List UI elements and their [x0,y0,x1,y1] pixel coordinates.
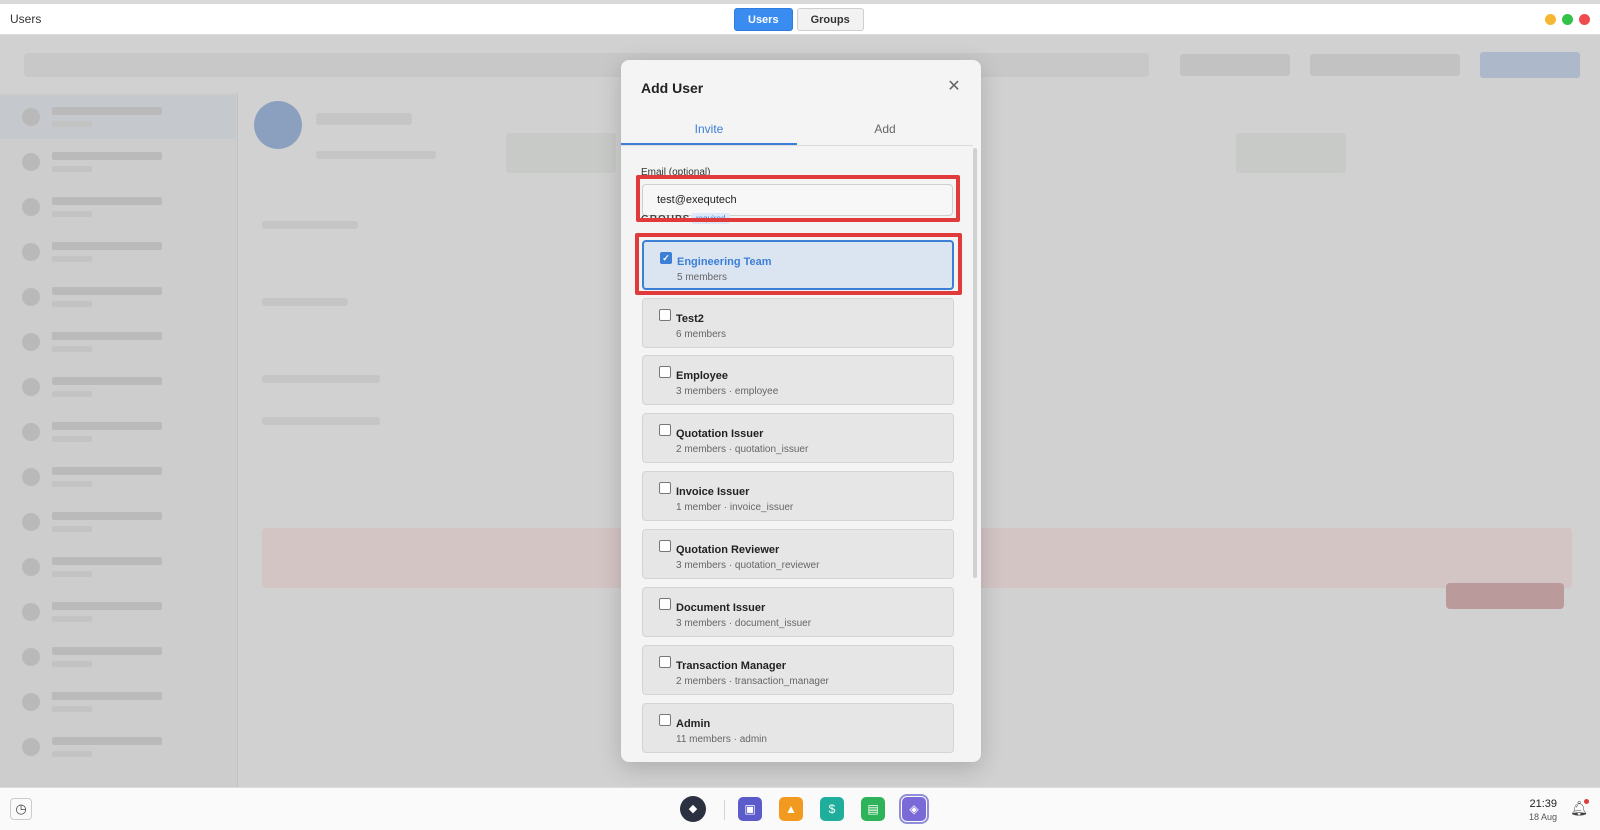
group-name: Test2 [676,313,704,325]
add-user-modal: Add User ✕ Invite Add Email (optional) G… [621,60,981,762]
group-item-engineering-team[interactable]: ✓ Engineering Team 5 members [642,240,954,290]
group-name: Employee [676,370,728,382]
email-label: Email (optional) [641,167,711,178]
clipboard-app-icon[interactable]: ▤ [861,797,885,821]
checkbox[interactable] [659,656,671,668]
email-field[interactable] [642,184,953,216]
checkbox[interactable] [659,714,671,726]
group-name: Engineering Team [677,256,772,268]
group-name: Transaction Manager [676,660,787,672]
tab-users[interactable]: Users [734,8,793,31]
group-meta: 3 members · quotation_reviewer [676,560,820,571]
tab-add[interactable]: Add [797,120,973,145]
contacts-app-icon[interactable]: ▣ [738,797,762,821]
checkbox-checked[interactable]: ✓ [660,252,672,264]
minimize-button[interactable] [1545,14,1556,25]
required-badge: required [691,213,731,224]
tab-invite[interactable]: Invite [621,120,797,145]
app-title: Users [10,12,42,26]
launcher-logo-icon[interactable]: ◆ [680,796,706,822]
shield-app-icon[interactable]: ◈ [899,794,929,824]
group-item-transaction-manager[interactable]: Transaction Manager 2 members · transact… [642,645,954,695]
group-name: Document Issuer [676,602,766,614]
checkbox[interactable] [659,424,671,436]
group-name: Quotation Issuer [676,428,764,440]
group-meta: 2 members · transaction_manager [676,676,829,687]
close-icon[interactable]: ✕ [945,78,963,96]
title-bar: Users Users Groups [0,0,1600,35]
top-tabs: Users Groups [734,8,864,31]
checkbox[interactable] [659,366,671,378]
checkbox[interactable] [659,598,671,610]
group-meta: 2 members · quotation_issuer [676,444,809,455]
tab-groups[interactable]: Groups [796,8,864,31]
group-meta: 11 members · admin [676,734,767,745]
modal-title: Add User [641,80,704,96]
close-window-button[interactable] [1579,14,1590,25]
group-meta: 6 members [676,329,727,340]
group-item-test2[interactable]: Test2 6 members [642,298,954,348]
group-item-employee[interactable]: Employee 3 members · employee [642,355,954,405]
finance-app-icon[interactable]: $ [820,797,844,821]
modules-app-icon[interactable]: ▲ [779,797,803,821]
group-meta: 5 members [677,272,728,283]
group-meta: 3 members · document_issuer [676,618,812,629]
history-clock-icon[interactable]: ◷ [10,798,32,820]
clock-date: 18 Aug [1528,812,1557,822]
modal-tabs: Invite Add [621,120,973,146]
modal-scrollbar[interactable] [973,148,977,578]
group-name: Invoice Issuer [676,486,750,498]
group-item-quotation-issuer[interactable]: Quotation Issuer 2 members · quotation_i… [642,413,954,463]
group-item-invoice-issuer[interactable]: Invoice Issuer 1 member · invoice_issuer [642,471,954,521]
checkbox[interactable] [659,482,671,494]
group-item-quotation-reviewer[interactable]: Quotation Reviewer 3 members · quotation… [642,529,954,579]
group-name: Quotation Reviewer [676,544,780,556]
group-meta: 1 member · invoice_issuer [676,502,794,513]
maximize-button[interactable] [1562,14,1573,25]
group-name: Admin [676,718,711,730]
group-item-admin[interactable]: Admin 11 members · admin [642,703,954,753]
checkbox[interactable] [659,540,671,552]
group-item-document-issuer[interactable]: Document Issuer 3 members · document_iss… [642,587,954,637]
clock-time: 21:39 [1529,798,1557,810]
group-meta: 3 members · employee [676,386,779,397]
checkbox[interactable] [659,309,671,321]
groups-label: GROUPS [641,214,691,225]
notification-badge [1584,799,1589,804]
taskbar-separator [724,800,725,820]
taskbar: ◷ ◆ ▣ ▲ $ ▤ ◈ 21:39 18 Aug 🔔︎ [0,787,1600,830]
